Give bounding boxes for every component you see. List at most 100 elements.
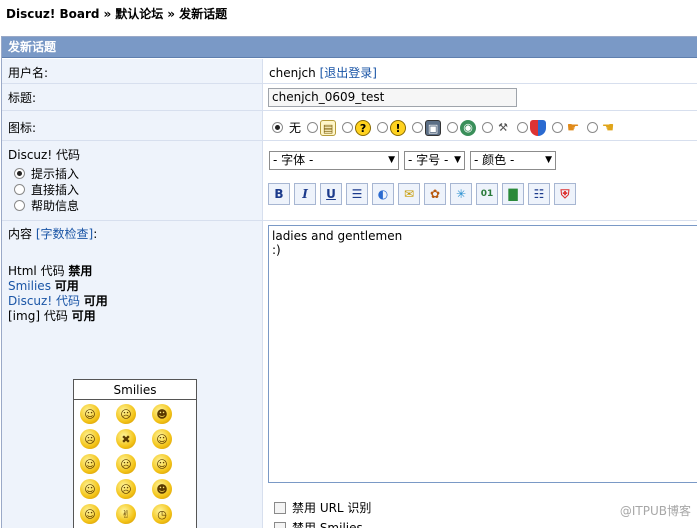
smiley-cell[interactable]: ☺ [80, 479, 116, 504]
chevron-down-icon: ▼ [545, 155, 552, 165]
align-center-button[interactable]: ☰ [346, 183, 368, 205]
smiley-icon[interactable]: ☺ [152, 429, 172, 449]
document-icon: ▤ [320, 119, 337, 136]
disable-url-label: 禁用 URL 识别 [292, 501, 372, 515]
post-icon-label: 图标: [2, 111, 263, 140]
hide-shield-icon: ⛨ [560, 186, 570, 201]
email-icon: ✉ [403, 187, 415, 201]
icon-radio-tools[interactable] [482, 122, 494, 133]
smiley-cell[interactable]: ✌ [116, 504, 152, 528]
smiley-icon[interactable]: ☹ [116, 454, 136, 474]
smiley-icon[interactable]: ☺ [80, 454, 100, 474]
smiley-icon[interactable]: ✌ [116, 504, 136, 524]
align-center-icon: ☰ [351, 187, 363, 201]
smiley-cell[interactable]: ✖ [116, 429, 152, 454]
flash-button[interactable]: ✳ [450, 183, 472, 205]
disable-smilies-checkbox[interactable] [274, 521, 286, 528]
font-select[interactable]: - 字体 - ▼ [269, 151, 399, 170]
icon-none-label: 无 [289, 121, 302, 135]
smiley-cell[interactable]: ☹ [116, 479, 152, 504]
smiley-icon[interactable]: ☹ [80, 429, 100, 449]
breadcrumb-sep: » [103, 7, 112, 21]
breadcrumb: Discuz! Board» 默认论坛» 发新话题 [6, 5, 227, 22]
word-count-link[interactable]: [字数检查] [36, 227, 93, 241]
smiley-cell[interactable]: ◷ [152, 504, 188, 528]
post-icon-options: 无 ▤ ? ! ▣ ◉ ⚒ ☛ ☚ [272, 119, 622, 136]
bold-button[interactable]: B [268, 183, 290, 205]
insert-mode-help-radio[interactable] [14, 199, 25, 211]
smiley-cell[interactable]: ☹ [116, 404, 152, 429]
chevron-down-icon: ▼ [454, 155, 461, 165]
underline-button[interactable]: U [320, 183, 342, 205]
insert-mode-prompt-label: 提示插入 [31, 166, 80, 181]
smiley-icon[interactable]: ☻ [152, 404, 172, 424]
message-textarea[interactable]: ladies and gentlemen :) [268, 225, 697, 483]
size-select-value: - 字号 - [408, 153, 449, 167]
link-button[interactable]: ◐ [372, 183, 394, 205]
username-label: 用户名: [2, 59, 263, 83]
chevron-down-icon: ▼ [388, 155, 395, 165]
smilies-title: Smilies [74, 380, 196, 400]
italic-button[interactable]: I [294, 183, 316, 205]
smiley-icon[interactable]: ☻ [152, 479, 172, 499]
logout-link[interactable]: [退出登录] [320, 66, 377, 80]
size-select[interactable]: - 字号 - ▼ [404, 151, 465, 170]
breadcrumb-site[interactable]: Discuz! Board [6, 7, 100, 21]
smiley-icon[interactable]: ✖ [116, 429, 136, 449]
disable-smilies-label: 禁用 Smilies [292, 521, 363, 528]
smiley-icon[interactable]: ☺ [80, 404, 100, 424]
smiley-cell[interactable]: ☺ [152, 429, 188, 454]
smiley-cell[interactable]: ☻ [152, 404, 188, 429]
icon-radio-shield[interactable] [517, 122, 529, 133]
icon-radio-globe[interactable] [447, 122, 459, 133]
post-icon-row: 图标: 无 ▤ ? ! ▣ ◉ ⚒ ☛ ☚ [2, 111, 697, 141]
discuz-code-state: 可用 [83, 294, 108, 308]
code-icon: 01 [480, 189, 494, 199]
smiley-cell[interactable]: ☹ [80, 429, 116, 454]
smiley-icon[interactable]: ◷ [152, 504, 172, 524]
hide-button[interactable]: ⛨ [554, 183, 576, 205]
email-button[interactable]: ✉ [398, 183, 420, 205]
insert-mode-direct-radio[interactable] [14, 183, 25, 195]
smiley-cell[interactable]: ☺ [80, 404, 116, 429]
quote-button[interactable]: ▇ [502, 183, 524, 205]
breadcrumb-forum[interactable]: 默认论坛 [115, 7, 163, 21]
icon-radio-thumb-up[interactable] [552, 122, 564, 133]
icon-radio-picture[interactable] [412, 122, 424, 133]
smilies-state: 可用 [54, 279, 79, 293]
image-button[interactable]: ✿ [424, 183, 446, 205]
smiley-cell[interactable]: ☺ [152, 454, 188, 479]
smiley-cell[interactable]: ☹ [116, 454, 152, 479]
color-select[interactable]: - 颜色 - ▼ [470, 151, 556, 170]
smiley-icon[interactable]: ☹ [116, 479, 136, 499]
smiley-icon[interactable]: ☺ [152, 454, 172, 474]
smiley-cell[interactable]: ☻ [152, 479, 188, 504]
icon-radio-question[interactable] [342, 122, 354, 133]
smiley-icon[interactable]: ☹ [116, 404, 136, 424]
icon-radio-none[interactable] [272, 122, 283, 133]
disable-url-checkbox[interactable] [274, 501, 286, 514]
icon-radio-document[interactable] [307, 122, 319, 133]
discuz-code-label: Discuz! 代码 [8, 148, 80, 162]
disable-url-option[interactable]: 禁用 URL 识别 [274, 499, 371, 516]
username-value: chenjch [269, 66, 316, 80]
icon-radio-exclamation[interactable] [377, 122, 389, 133]
subject-input[interactable]: chenjch_0609_test [268, 88, 517, 107]
posting-rules: Html 代码 禁用 Smilies 可用 Discuz! 代码 可用 [img… [8, 264, 262, 324]
discuz-code-link[interactable]: Discuz! 代码 [8, 294, 80, 308]
smiley-icon[interactable]: ☺ [80, 504, 100, 524]
smilies-link[interactable]: Smilies [8, 279, 51, 293]
code-button[interactable]: 01 [476, 183, 498, 205]
insert-mode-prompt-radio[interactable] [14, 167, 25, 179]
question-icon: ? [355, 119, 372, 136]
disable-smilies-option[interactable]: 禁用 Smilies [274, 519, 363, 528]
img-code-state: 可用 [71, 309, 96, 323]
tools-icon: ⚒ [498, 120, 508, 134]
new-topic-form: 发新话题 用户名: chenjch [退出登录] 标题: chenjch_060… [1, 36, 697, 528]
smiley-cell[interactable]: ☺ [80, 504, 116, 528]
html-code-label: Html 代码 [8, 264, 65, 278]
icon-radio-thumb-down[interactable] [587, 122, 599, 133]
smiley-icon[interactable]: ☺ [80, 479, 100, 499]
smiley-cell[interactable]: ☺ [80, 454, 116, 479]
list-button[interactable]: ☷ [528, 183, 550, 205]
